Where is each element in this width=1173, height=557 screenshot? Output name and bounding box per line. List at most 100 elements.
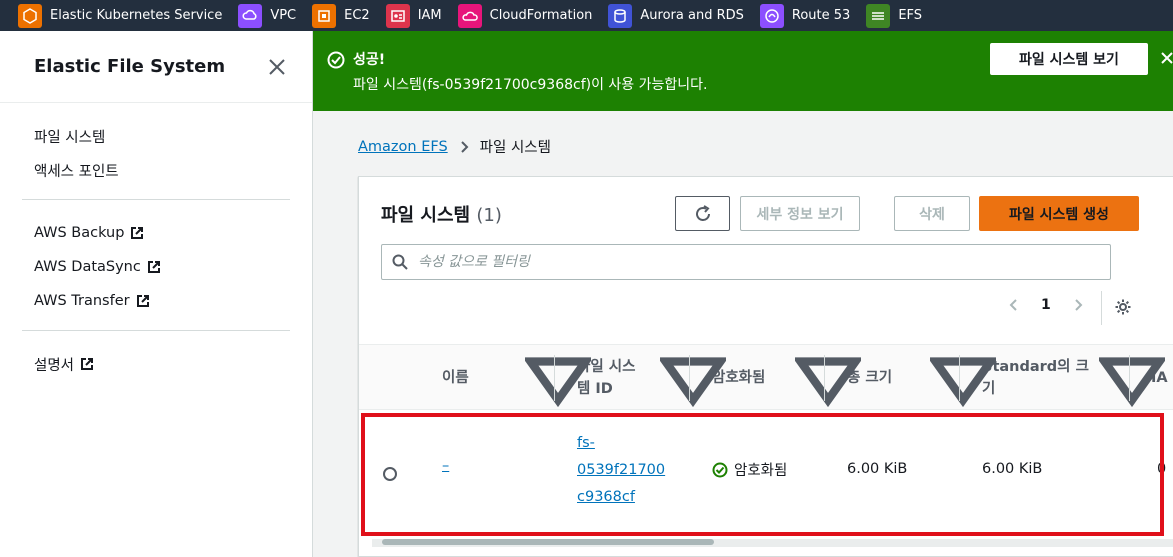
side-navigation: Elastic File System 파일 시스템 액세스 포인트 AWS B… [0,31,313,557]
pagination: 1 [1007,297,1085,313]
breadcrumb-current: 파일 시스템 [479,140,551,156]
external-link-icon [131,227,144,239]
ia-size-value: 0 [1157,461,1167,477]
view-file-system-button[interactable]: 파일 시스템 보기 [990,43,1148,75]
filter-box [381,244,1111,280]
sidebar-item-label: AWS Transfer [34,293,130,309]
service-shortcut-rds[interactable]: Aurora and RDS [608,3,744,28]
chevron-right-icon [460,140,469,153]
fs-id-line: 0539f21700 [577,462,666,478]
column-label: Standard의 크 기 [982,359,1089,397]
sidebar-header: Elastic File System [0,31,312,103]
file-system-count: (1) [476,205,502,226]
service-label: Elastic Kubernetes Service [50,8,223,23]
panel-title: 파일 시스템 (1) [381,201,502,227]
standard-size-value: 6.00 KiB [982,461,1043,477]
close-icon[interactable] [266,56,288,78]
breadcrumb-amazon-efs[interactable]: Amazon EFS [358,139,448,155]
view-details-button[interactable]: 세부 정보 보기 [740,196,860,231]
file-system-name-link[interactable]: – [442,458,449,474]
sidebar-item-aws-datasync[interactable]: AWS DataSync [34,250,312,284]
cloudformation-icon [457,3,482,28]
service-shortcut-eks[interactable]: Elastic Kubernetes Service [18,3,223,28]
route53-icon [759,3,784,28]
column-header-total-size[interactable]: 총 크기 [847,345,892,411]
panel-title-text: 파일 시스템 [381,205,471,226]
column-label: 총 크기 [847,370,893,386]
efs-icon [866,3,891,28]
sidebar-item-file-systems[interactable]: 파일 시스템 [34,119,312,153]
refresh-button[interactable] [675,196,730,231]
row-select-radio[interactable] [383,467,397,481]
refresh-icon [695,204,710,221]
column-header-file-system-id[interactable]: 파일 시스 템 ID [577,345,635,411]
encrypted-label: 암호화됨 [734,463,788,479]
external-link-icon [136,295,149,307]
horizontal-scrollbar-thumb[interactable] [382,539,714,545]
column-header-encrypted[interactable]: 암호화됨 [712,345,765,411]
column-header-standard-size[interactable]: Standard의 크 기 [982,345,1089,411]
total-size-value: 6.00 KiB [847,461,908,477]
fs-id-line: fs- [577,435,595,451]
flash-message: 파일 시스템(fs-0539f21700c9368cf)이 사용 가능합니다. [353,77,708,93]
external-link-icon [81,358,94,370]
success-check-icon [712,462,728,477]
service-label: Aurora and RDS [640,8,744,23]
pagination-divider [1101,291,1102,325]
column-label: 파일 시스 템 ID [577,359,636,397]
service-label: IAM [417,8,442,23]
sidebar-item-aws-backup[interactable]: AWS Backup [34,216,312,250]
iam-icon [385,3,410,28]
service-shortcut-vpc[interactable]: VPC [238,3,297,28]
filter-input[interactable] [418,254,1098,270]
column-header-name[interactable]: 이름 [442,345,469,411]
rds-icon [608,3,633,28]
chevron-right-icon[interactable] [1071,298,1085,312]
current-page[interactable]: 1 [1041,297,1051,313]
dismiss-flash-icon[interactable] [1159,50,1173,66]
service-label: EFS [898,8,923,23]
external-link-icon [147,261,160,273]
fs-id-line: c9368cf [577,489,635,505]
ec2-icon [312,3,337,28]
table-row[interactable]: – fs- 0539f21700 c9368cf 암호화됨 6.00 KiB 6… [359,410,1173,536]
column-divider [554,355,555,401]
service-shortcut-route53[interactable]: Route 53 [759,3,850,28]
column-divider [959,355,960,401]
flash-title: 성공! [353,52,386,68]
column-header-ia-size[interactable]: IA [1151,345,1168,411]
service-label: VPC [270,8,297,23]
sidebar-item-label: AWS DataSync [34,259,141,275]
chevron-left-icon[interactable] [1007,298,1021,312]
create-file-system-button[interactable]: 파일 시스템 생성 [979,196,1139,231]
service-shortcut-efs[interactable]: EFS [866,3,923,28]
sidebar-title: Elastic File System [34,56,226,77]
sidebar-divider [22,330,290,331]
file-system-id-link[interactable]: fs- 0539f21700 c9368cf [577,430,665,511]
eks-icon [18,3,42,28]
column-label: 이름 [442,370,469,386]
column-divider [1129,355,1130,401]
sidebar-item-aws-transfer[interactable]: AWS Transfer [34,284,312,318]
search-icon [392,254,408,270]
sidebar-item-access-points[interactable]: 액세스 포인트 [34,153,312,187]
service-shortcut-ec2[interactable]: EC2 [312,3,370,28]
breadcrumb: Amazon EFS 파일 시스템 [358,136,551,157]
column-label: 암호화됨 [712,370,766,386]
sidebar-item-documentation[interactable]: 설명서 [34,347,312,381]
service-shortcut-cloudformation[interactable]: CloudFormation [457,3,592,28]
sidebar-divider [22,199,290,200]
column-divider [824,355,825,401]
vpc-icon [238,3,263,28]
success-flash-banner: 성공! 파일 시스템(fs-0539f21700c9368cf)이 사용 가능합… [313,31,1173,111]
services-bar: Elastic Kubernetes Service VPC EC2 IAM Cloud… [0,0,1173,31]
encrypted-status: 암호화됨 [712,459,787,480]
delete-button[interactable]: 삭제 [894,196,970,231]
column-label: IA [1151,370,1168,386]
service-label: EC2 [344,8,370,23]
success-check-icon [327,51,345,69]
file-systems-panel: 파일 시스템 (1) 세부 정보 보기 삭제 파일 시스템 생성 1 이름 [358,176,1173,557]
gear-icon[interactable] [1114,298,1132,316]
sidebar-item-label: 설명서 [34,357,75,374]
service-shortcut-iam[interactable]: IAM [385,3,442,28]
